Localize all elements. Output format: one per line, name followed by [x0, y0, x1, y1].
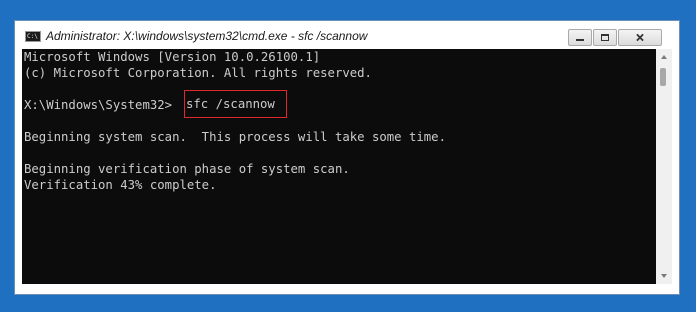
console-output[interactable]: Microsoft Windows [Version 10.0.26100.1]…	[22, 49, 656, 284]
command-highlight-box: sfc /scannow	[184, 90, 287, 118]
scroll-up-icon[interactable]	[656, 49, 672, 65]
cmd-window: C:\ Administrator: X:\windows\system32\c…	[14, 20, 680, 295]
minimize-icon	[576, 39, 584, 41]
console-line: Verification 43% complete.	[24, 178, 217, 192]
scroll-thumb[interactable]	[660, 68, 666, 86]
title-bar[interactable]: C:\ Administrator: X:\windows\system32\c…	[15, 21, 679, 49]
minimize-button[interactable]	[568, 29, 592, 46]
desktop-background: C:\ Administrator: X:\windows\system32\c…	[0, 0, 696, 312]
console-line: Beginning system scan. This process will…	[24, 130, 446, 144]
console-prompt: X:\Windows\System32>	[24, 98, 173, 112]
console-line: Beginning verification phase of system s…	[24, 162, 350, 176]
cmd-icon: C:\	[25, 31, 41, 42]
close-icon	[636, 33, 644, 42]
console-line: (c) Microsoft Corporation. All rights re…	[24, 66, 372, 80]
scroll-down-icon[interactable]	[656, 268, 672, 284]
maximize-icon	[601, 34, 609, 41]
maximize-button[interactable]	[593, 29, 617, 46]
window-title: Administrator: X:\windows\system32\cmd.e…	[46, 29, 368, 43]
console-line: Microsoft Windows [Version 10.0.26100.1]	[24, 50, 321, 64]
command-text: sfc /scannow	[186, 97, 275, 111]
vertical-scrollbar[interactable]	[656, 49, 672, 284]
close-button[interactable]	[618, 29, 662, 46]
